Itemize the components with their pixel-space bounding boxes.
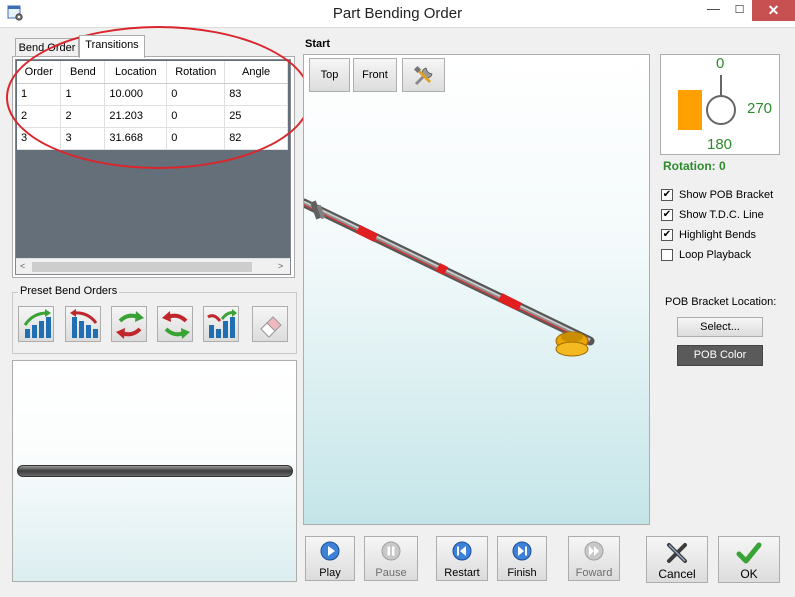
maximize-button[interactable]: ☐: [727, 0, 752, 21]
rotation-label-0: 0: [716, 55, 725, 72]
tools-icon: [413, 65, 432, 86]
column-header-bend[interactable]: Bend: [60, 61, 106, 84]
checkbox-checked-icon[interactable]: ✔: [661, 209, 673, 221]
checkbox-label: Show T.D.C. Line: [679, 209, 764, 221]
table-row[interactable]: 3 3 31.668 0 82: [17, 127, 288, 150]
pob-bracket-indicator: [678, 90, 702, 130]
cell-rotation[interactable]: 0: [166, 105, 226, 128]
pob-bracket-location-label: POB Bracket Location:: [665, 296, 777, 308]
restart-button[interactable]: Restart: [436, 536, 488, 581]
pause-icon: [381, 541, 401, 561]
cell-bend[interactable]: 2: [60, 105, 106, 128]
cell-rotation[interactable]: 0: [166, 83, 226, 106]
tube-preview-panel[interactable]: [12, 360, 297, 582]
checkbox-label: Loop Playback: [679, 249, 752, 261]
preset-mixed-button[interactable]: [203, 306, 239, 342]
preset-bend-orders-label: Preset Bend Orders: [18, 285, 120, 297]
select-location-button[interactable]: Select...: [677, 317, 763, 337]
checkbox-label: Highlight Bends: [679, 229, 757, 241]
restart-icon: [452, 541, 472, 561]
cell-order[interactable]: 1: [17, 83, 62, 106]
minimize-button[interactable]: —: [700, 0, 727, 21]
table-row[interactable]: 1 1 10.000 0 83: [17, 83, 288, 106]
cell-rotation[interactable]: 0: [166, 127, 226, 150]
eraser-icon: [260, 316, 282, 338]
checkbox-unchecked-icon[interactable]: [661, 249, 673, 261]
viewport-step-label: Start: [305, 38, 331, 50]
column-header-order[interactable]: Order: [17, 61, 62, 84]
cancel-x-icon: [667, 543, 687, 563]
straight-tube-graphic: [17, 465, 293, 477]
cell-angle[interactable]: 82: [224, 127, 288, 150]
cell-angle[interactable]: 83: [224, 83, 288, 106]
tools-button[interactable]: [402, 58, 445, 92]
tab-transitions[interactable]: Transitions: [79, 35, 145, 58]
ascending-bars-icon: [23, 309, 51, 338]
bent-tube-graphic: [304, 198, 595, 357]
play-button[interactable]: Play: [305, 536, 355, 581]
grid-header-row: Order Bend Location Rotation Angle: [17, 61, 288, 84]
scroll-right-arrow-icon[interactable]: >: [278, 261, 288, 273]
rotation-label-270: 270: [747, 100, 773, 117]
preset-descending-button[interactable]: [65, 306, 101, 342]
pause-button[interactable]: Pause: [364, 536, 418, 581]
restart-label: Restart: [444, 567, 480, 579]
cell-order[interactable]: 2: [17, 105, 62, 128]
window-title: Part Bending Order: [332, 5, 463, 22]
view-top-button[interactable]: Top: [309, 58, 350, 92]
tab-bend-order[interactable]: Bend Order: [15, 38, 79, 58]
ok-button[interactable]: OK: [718, 536, 780, 583]
play-label: Play: [319, 567, 341, 579]
finish-button[interactable]: Finish: [497, 536, 547, 581]
rotation-label-180: 180: [707, 136, 733, 153]
preset-ascending-button[interactable]: [18, 306, 54, 342]
cancel-label: Cancel: [658, 567, 696, 581]
scroll-left-arrow-icon[interactable]: <: [20, 261, 30, 273]
checkbox-label: Show POB Bracket: [679, 189, 774, 201]
swap-red-green-icon: [162, 311, 190, 339]
rotation-value: Rotation: 0: [663, 159, 726, 173]
cell-location[interactable]: 10.000: [104, 83, 168, 106]
view-front-button[interactable]: Front: [353, 58, 397, 92]
close-button[interactable]: ✕: [752, 0, 795, 21]
preset-clear-button[interactable]: [252, 306, 288, 342]
cell-location[interactable]: 31.668: [104, 127, 168, 150]
pob-color-button[interactable]: POB Color: [677, 345, 763, 366]
cell-angle[interactable]: 25: [224, 105, 288, 128]
checkbox-checked-icon[interactable]: ✔: [661, 229, 673, 241]
cancel-button[interactable]: Cancel: [646, 536, 708, 583]
play-icon: [320, 541, 340, 561]
forward-label: Foward: [575, 567, 613, 579]
preset-swap-up-button[interactable]: [111, 306, 147, 342]
checkbox-checked-icon[interactable]: ✔: [661, 189, 673, 201]
pob-color-label: POB Color: [693, 349, 747, 361]
checkmark-icon: [736, 542, 762, 564]
transitions-grid[interactable]: Order Bend Location Rotation Angle 1 1 1…: [15, 59, 291, 275]
scroll-thumb[interactable]: [32, 262, 252, 272]
pause-label: Pause: [375, 567, 407, 579]
column-header-location[interactable]: Location: [104, 61, 168, 84]
horizontal-scrollbar[interactable]: < >: [16, 258, 290, 274]
swap-green-red-icon: [116, 311, 144, 339]
descending-bars-icon: [70, 309, 98, 338]
preset-swap-down-button[interactable]: [157, 306, 193, 342]
cell-location[interactable]: 21.203: [104, 105, 168, 128]
ok-label: OK: [740, 567, 758, 581]
column-header-rotation[interactable]: Rotation: [166, 61, 226, 84]
forward-icon: [584, 541, 604, 561]
cell-bend[interactable]: 1: [60, 83, 106, 106]
table-row[interactable]: 2 2 21.203 0 25: [17, 105, 288, 128]
3d-viewport[interactable]: [303, 54, 650, 525]
finish-label: Finish: [507, 567, 537, 579]
column-header-angle[interactable]: Angle: [224, 61, 288, 84]
forward-button[interactable]: Foward: [568, 536, 620, 581]
grid-table: Order Bend Location Rotation Angle 1 1 1…: [17, 61, 288, 150]
cell-bend[interactable]: 3: [60, 127, 106, 150]
cell-order[interactable]: 3: [17, 127, 62, 150]
finish-icon: [512, 541, 532, 561]
mixed-bars-icon: [207, 309, 237, 338]
